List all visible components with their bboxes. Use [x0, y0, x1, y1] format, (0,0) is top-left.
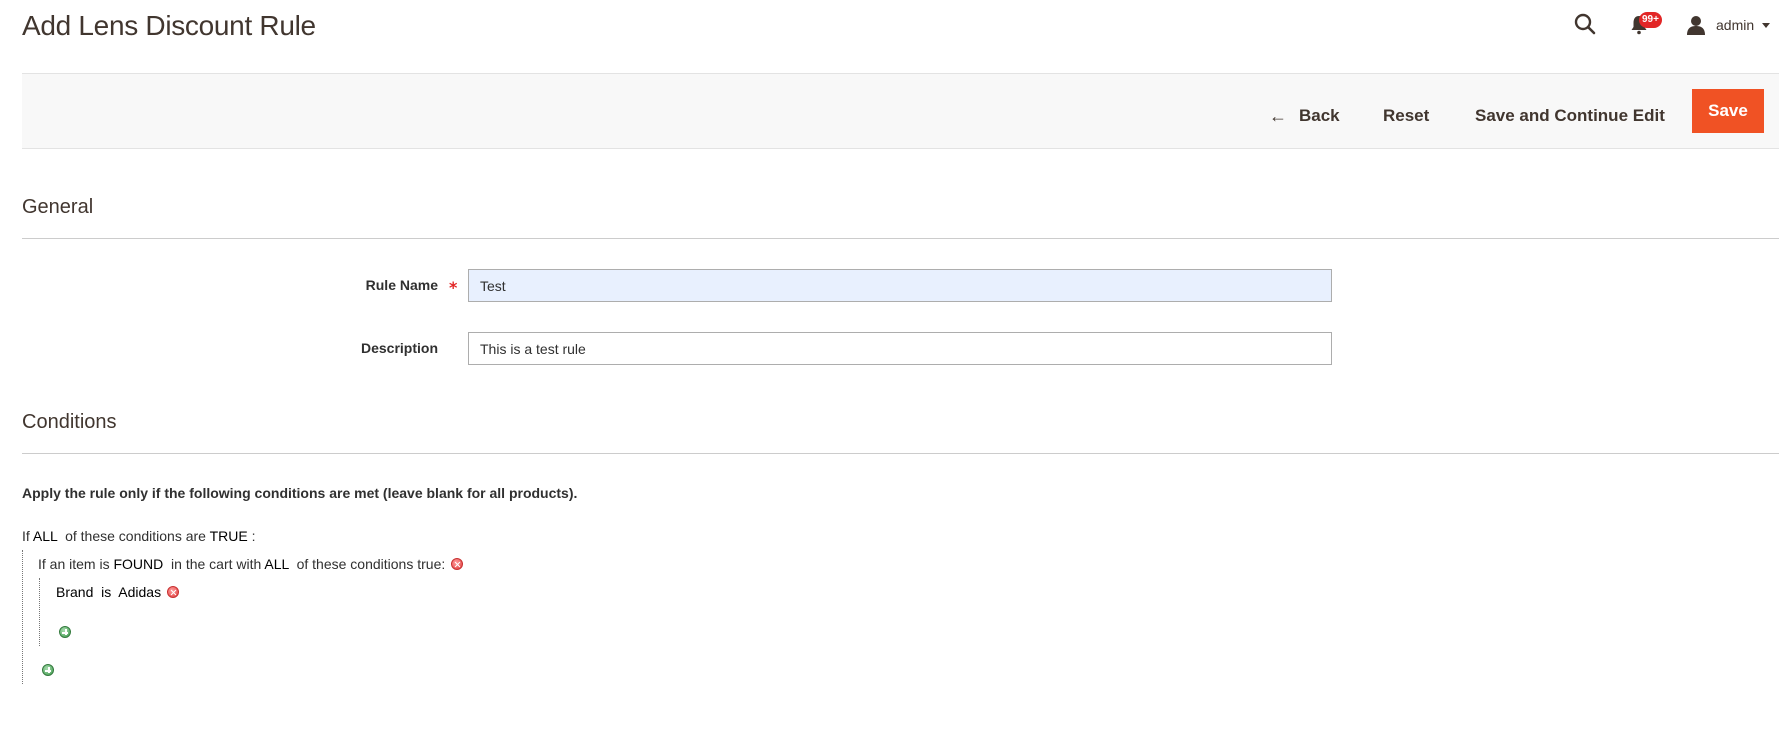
brand-condition: Brand is Adidas [56, 584, 179, 600]
save-and-continue-button[interactable]: Save and Continue Edit [1475, 94, 1665, 138]
user-icon [1687, 16, 1705, 35]
description-label: Description [360, 340, 438, 356]
value-select[interactable]: Adidas [118, 584, 161, 600]
back-label: Back [1299, 106, 1340, 125]
root-condition: If ALL of these conditions are TRUE : [22, 528, 256, 544]
rule-name-label: Rule Name [365, 277, 438, 293]
description-input[interactable] [468, 332, 1332, 365]
section-divider [22, 238, 1779, 239]
page-title: Add Lens Discount Rule [22, 10, 316, 41]
tree-guide-line [22, 550, 23, 684]
back-button[interactable]: ← Back [1269, 94, 1340, 138]
section-title-conditions[interactable]: Conditions [22, 411, 117, 434]
add-condition-icon[interactable] [59, 626, 71, 638]
aggregator-select[interactable]: ALL [33, 528, 57, 544]
tree-guide-line [39, 578, 40, 646]
required-asterisk: * [449, 278, 458, 297]
section-title-general[interactable]: General [22, 196, 93, 219]
conditions-intro: Apply the rule only if the following con… [22, 485, 578, 501]
remove-icon[interactable] [166, 586, 179, 598]
user-menu[interactable]: admin [1686, 12, 1771, 38]
section-divider [22, 453, 1779, 454]
aggregator-select[interactable]: ALL [264, 556, 288, 572]
value-select[interactable]: TRUE [210, 528, 248, 544]
rule-name-input[interactable] [468, 269, 1332, 302]
reset-button[interactable]: Reset [1383, 94, 1429, 138]
operator-select[interactable]: is [101, 584, 111, 600]
found-condition: If an item is FOUND in the cart with ALL… [38, 556, 464, 572]
notification-count-badge: 99+ [1639, 12, 1662, 28]
arrow-left-icon: ← [1269, 105, 1287, 126]
attribute-label: Brand [56, 584, 94, 600]
chevron-down-icon [1762, 22, 1771, 28]
remove-icon[interactable] [451, 558, 464, 570]
found-select[interactable]: FOUND [113, 556, 163, 572]
save-button[interactable]: Save [1692, 89, 1764, 133]
search-icon[interactable] [1573, 12, 1603, 42]
notifications-button[interactable]: 99+ [1628, 10, 1662, 36]
add-condition-icon[interactable] [42, 664, 54, 676]
user-name: admin [1716, 17, 1755, 33]
page-actions-toolbar: ← Back Reset Save and Continue Edit Save [22, 73, 1779, 149]
